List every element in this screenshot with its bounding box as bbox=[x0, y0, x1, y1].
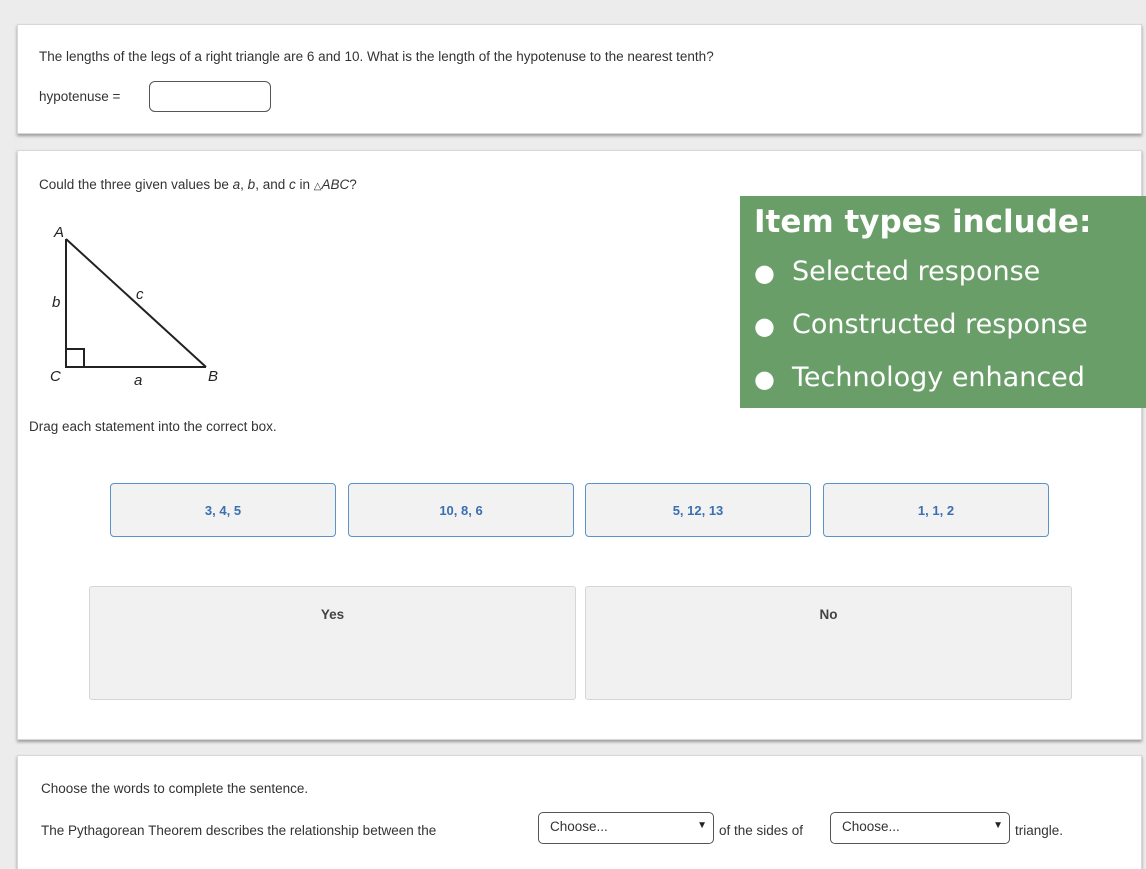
hypotenuse-label: hypotenuse = bbox=[39, 89, 121, 104]
question-prompt: The lengths of the legs of a right trian… bbox=[39, 49, 714, 64]
sentence-part-1: The Pythagorean Theorem describes the re… bbox=[41, 823, 437, 838]
side-a-label: a bbox=[134, 372, 142, 389]
bullet-icon: ● bbox=[754, 259, 775, 287]
callout-item: ● Technology enhanced bbox=[754, 362, 1088, 415]
question-prompt: Could the three given values be a, b, an… bbox=[39, 177, 357, 192]
callout-item: ● Selected response bbox=[754, 256, 1088, 309]
choose-dropdown-2[interactable]: Choose... ▼ bbox=[830, 812, 1010, 844]
drop-zone-yes[interactable]: Yes bbox=[89, 586, 576, 700]
dropdown-arrow-icon: ▼ bbox=[993, 820, 1003, 831]
triangle-diagram: A B C a b c bbox=[50, 224, 218, 389]
drop-zone-no[interactable]: No bbox=[585, 586, 1072, 700]
bullet-icon: ● bbox=[754, 312, 775, 340]
question-card-sentence: Choose the words to complete the sentenc… bbox=[17, 755, 1142, 869]
side-b-label: b bbox=[52, 294, 60, 311]
vertex-b-label: B bbox=[208, 368, 218, 385]
drag-instruction: Drag each statement into the correct box… bbox=[29, 419, 277, 434]
drag-tile[interactable]: 1, 1, 2 bbox=[823, 483, 1049, 537]
question-card-hypotenuse: The lengths of the legs of a right trian… bbox=[17, 24, 1142, 134]
drop-zone-label: No bbox=[819, 607, 838, 622]
side-c-label: c bbox=[136, 286, 144, 303]
item-types-callout: Item types include: ● Selected response ●… bbox=[740, 196, 1146, 408]
sentence-instruction: Choose the words to complete the sentenc… bbox=[41, 781, 309, 796]
callout-title: Item types include: bbox=[754, 204, 1092, 240]
sentence-part-2: of the sides of bbox=[719, 823, 804, 838]
dropdown-value: Choose... bbox=[842, 819, 900, 834]
callout-item: ● Constructed response bbox=[754, 309, 1088, 362]
vertex-c-label: C bbox=[50, 368, 61, 385]
vertex-a-label: A bbox=[53, 224, 64, 241]
drag-tile[interactable]: 10, 8, 6 bbox=[348, 483, 574, 537]
drag-tile[interactable]: 5, 12, 13 bbox=[585, 483, 811, 537]
drop-zone-label: Yes bbox=[320, 607, 345, 622]
sentence-part-3: triangle. bbox=[1015, 823, 1064, 838]
hypotenuse-input[interactable] bbox=[149, 81, 271, 112]
dropdown-arrow-icon: ▼ bbox=[697, 820, 707, 831]
dropdown-value: Choose... bbox=[550, 819, 608, 834]
callout-list: ● Selected response ● Constructed response… bbox=[754, 256, 1088, 415]
drag-tile[interactable]: 3, 4, 5 bbox=[110, 483, 336, 537]
bullet-icon: ● bbox=[754, 365, 775, 393]
choose-dropdown-1[interactable]: Choose... ▼ bbox=[538, 812, 714, 844]
